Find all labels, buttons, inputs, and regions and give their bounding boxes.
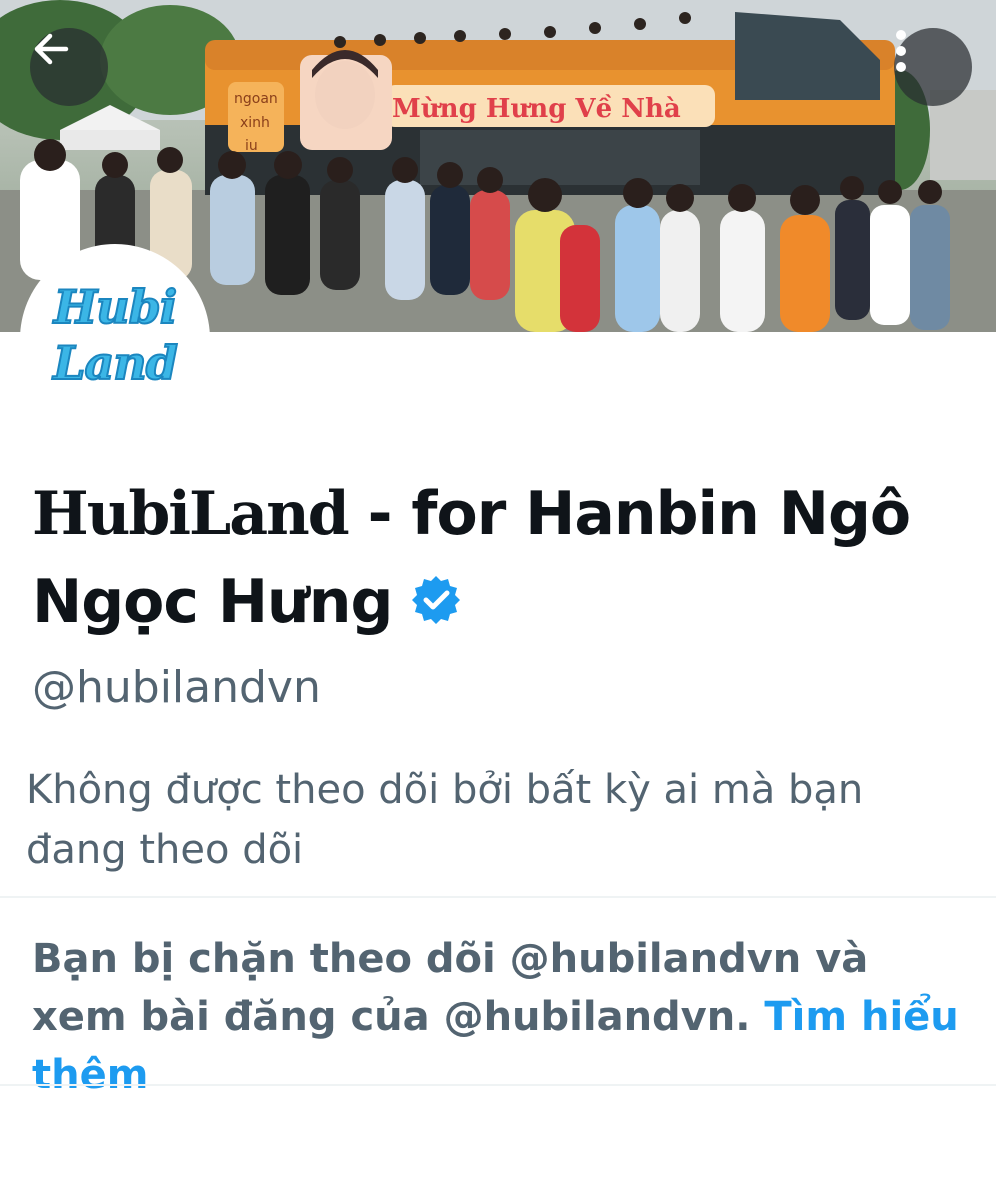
blocked-notice: Bạn bị chặn theo dõi @hubilandvn và xem … [32,930,962,1104]
avatar-logo-line1: Hubi [53,279,179,335]
blocked-notice-text: Bạn bị chặn theo dõi @hubilandvn và xem … [32,936,869,1040]
bus-side-word-3: iu [245,138,258,154]
bus-side-word-1: ngoan [234,91,278,107]
bus-side-word-2: xinh [240,115,270,131]
avatar-logo: Hubi Land [26,250,204,428]
followers-you-know-note: Không được theo dõi bởi bất kỳ ai mà bạn… [26,767,864,873]
verified-badge-icon[interactable] [410,562,462,650]
back-button[interactable] [30,28,108,106]
avatar-logo-line2: Land [52,335,179,391]
avatar[interactable]: Hubi Land [20,244,210,434]
profile-name-brand: HubiLand [32,479,350,549]
divider [0,1084,996,1086]
more-vertical-icon [896,30,906,72]
profile-handle: @hubilandvn [32,662,321,713]
more-options-button[interactable] [894,28,972,106]
bus-sign-text: Mừng Hưng Về Nhà [392,94,681,124]
arrow-left-icon [34,33,69,65]
divider [0,896,996,898]
profile-name: HubiLand - for Hanbin Ngô Ngọc Hưng [32,470,972,650]
